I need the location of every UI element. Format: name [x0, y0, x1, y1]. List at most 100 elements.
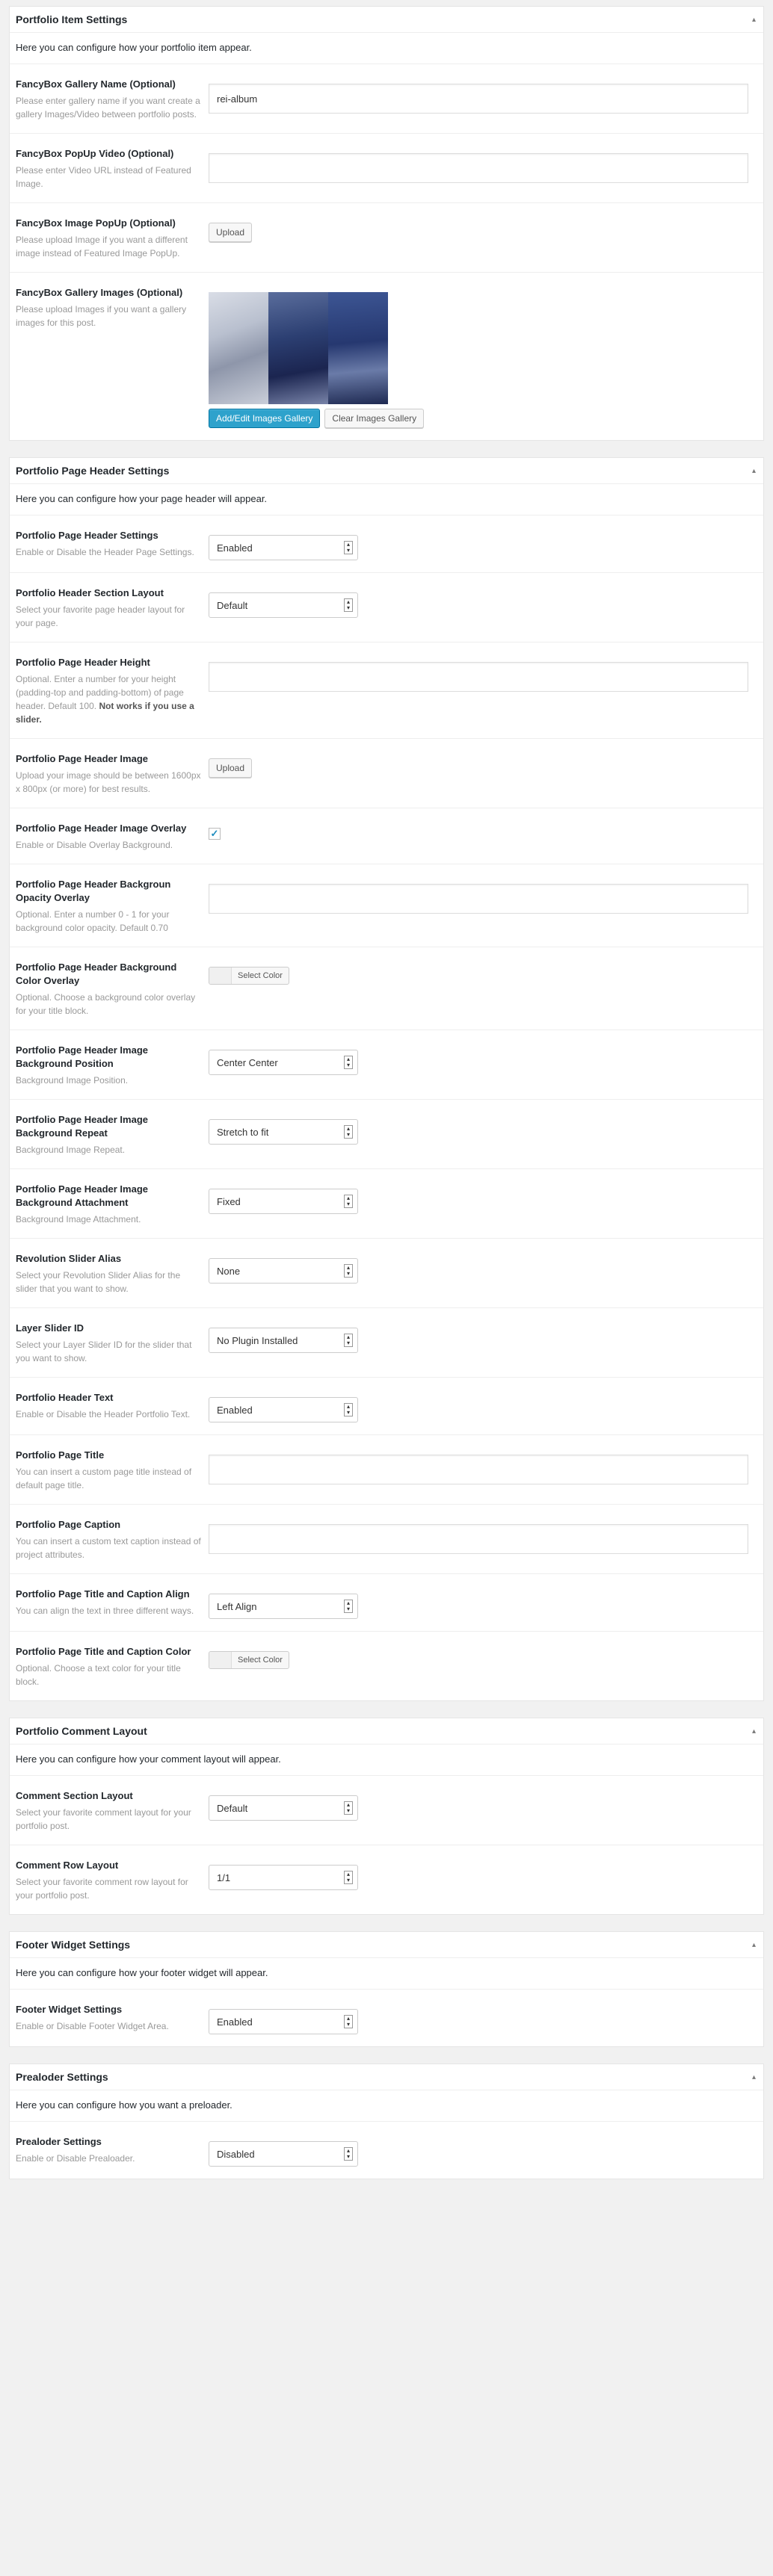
setting-row: Portfolio Page Title and Caption Color Op… — [10, 1632, 763, 1700]
setting-description: Optional. Enter a number for your height… — [16, 672, 201, 726]
setting-label-col: Portfolio Page Header Image Background R… — [16, 1113, 209, 1157]
select-dropdown[interactable]: Default ▴ ▾ — [209, 592, 358, 618]
select-dropdown[interactable]: No Plugin Installed ▴ ▾ — [209, 1328, 358, 1353]
setting-row: Portfolio Page Header Settings Enable or … — [10, 515, 763, 573]
setting-label: Portfolio Page Title and Caption Align — [16, 1588, 190, 1600]
clear-gallery-button[interactable]: Clear Images Gallery — [324, 409, 425, 428]
text-input[interactable] — [209, 884, 748, 914]
setting-description-text: Select your Revolution Slider Alias for … — [16, 1270, 181, 1294]
select-color-label: Select Color — [238, 971, 283, 980]
select-arrows-icon: ▴ ▾ — [344, 1195, 353, 1208]
select-dropdown[interactable]: Center Center ▴ ▾ — [209, 1050, 358, 1075]
box-header[interactable]: Footer Widget Settings ▴ — [10, 1932, 763, 1958]
setting-description-text: Please upload Images if you want a galle… — [16, 304, 187, 328]
add-edit-gallery-button[interactable]: Add/Edit Images Gallery — [209, 409, 321, 428]
setting-field — [209, 1449, 757, 1492]
setting-description-text: You can insert a custom page title inste… — [16, 1467, 192, 1490]
select-dropdown[interactable]: None ▴ ▾ — [209, 1258, 358, 1284]
setting-label-col: Prealoder Settings Enable or Disable Prea… — [16, 2135, 209, 2167]
select-dropdown[interactable]: Default ▴ ▾ — [209, 1795, 358, 1821]
box-header[interactable]: Portfolio Page Header Settings ▴ — [10, 458, 763, 484]
settings-box: Portfolio Item Settings ▴ Here you can con… — [9, 6, 764, 441]
caret-up-icon[interactable]: ▴ — [752, 16, 756, 24]
text-input[interactable] — [209, 84, 748, 114]
setting-field: Default ▴ ▾ — [209, 586, 757, 630]
upload-button[interactable]: Upload — [209, 223, 253, 242]
setting-description-text: You can align the text in three differen… — [16, 1606, 194, 1616]
text-input[interactable] — [209, 1524, 748, 1554]
gallery-preview — [209, 292, 388, 404]
select-dropdown[interactable]: Enabled ▴ ▾ — [209, 1397, 358, 1422]
gallery-actions: Add/Edit Images Gallery Clear Images Gall… — [209, 409, 757, 428]
select-color-button[interactable]: Select Color — [209, 1651, 289, 1669]
select-value: Enabled — [217, 2016, 253, 2028]
setting-row: Portfolio Page Header Image Overlay Enabl… — [10, 808, 763, 864]
box-title: Portfolio Item Settings — [16, 13, 128, 25]
setting-label: Portfolio Page Header Image Overlay — [16, 823, 187, 834]
setting-row: FancyBox Gallery Images (Optional) Please… — [10, 273, 763, 440]
caret-up-icon[interactable]: ▴ — [752, 1727, 756, 1736]
setting-description-text: Select your Layer Slider ID for the slid… — [16, 1340, 192, 1363]
setting-description: Enable or Disable Overlay Background. — [16, 838, 201, 852]
setting-row: Portfolio Page Header Image Background R… — [10, 1100, 763, 1169]
upload-button[interactable]: Upload — [209, 758, 253, 778]
select-dropdown[interactable]: Left Align ▴ ▾ — [209, 1594, 358, 1619]
setting-description-text: Optional. Choose a background color over… — [16, 992, 196, 1016]
box-intro: Here you can configure how your page hea… — [10, 484, 763, 515]
box-header[interactable]: Portfolio Comment Layout ▴ — [10, 1718, 763, 1744]
select-arrows-icon: ▴ ▾ — [344, 598, 353, 612]
box-title: Footer Widget Settings — [16, 1939, 131, 1951]
gallery-thumbnail[interactable] — [328, 292, 388, 404]
setting-label: Portfolio Page Caption — [16, 1519, 121, 1530]
caret-up-icon[interactable]: ▴ — [752, 467, 756, 475]
gallery-thumbnail[interactable] — [209, 292, 268, 404]
setting-label-col: Comment Section Layout Select your favori… — [16, 1789, 209, 1833]
checkbox-checked[interactable]: ✓ — [209, 828, 221, 840]
setting-description: Optional. Choose a background color over… — [16, 991, 201, 1018]
box-header[interactable]: Portfolio Item Settings ▴ — [10, 7, 763, 33]
caret-up-icon[interactable]: ▴ — [752, 1941, 756, 1949]
settings-box: Portfolio Page Header Settings ▴ Here you … — [9, 457, 764, 1701]
select-arrows-icon: ▴ ▾ — [344, 2147, 353, 2161]
setting-row: Footer Widget Settings Enable or Disable … — [10, 1990, 763, 2046]
setting-description: You can align the text in three differen… — [16, 1604, 201, 1617]
select-arrows-icon: ▴ ▾ — [344, 1334, 353, 1347]
select-dropdown[interactable]: Stretch to fit ▴ ▾ — [209, 1119, 358, 1145]
select-dropdown[interactable]: 1/1 ▴ ▾ — [209, 1865, 358, 1890]
setting-row: Portfolio Page Header Image Upload your i… — [10, 739, 763, 808]
text-input[interactable] — [209, 662, 748, 692]
setting-row: Comment Section Layout Select your favori… — [10, 1776, 763, 1845]
select-dropdown[interactable]: Disabled ▴ ▾ — [209, 2141, 358, 2167]
setting-label-col: Comment Row Layout Select your favorite c… — [16, 1859, 209, 1902]
select-arrows-icon: ▴ ▾ — [344, 2015, 353, 2028]
setting-label: Portfolio Header Text — [16, 1392, 114, 1403]
setting-description-text: Enable or Disable Footer Widget Area. — [16, 2021, 169, 2031]
settings-box: Prealoder Settings ▴ Here you can configur… — [9, 2063, 764, 2179]
box-header[interactable]: Prealoder Settings ▴ — [10, 2064, 763, 2090]
select-value: Enabled — [217, 542, 253, 554]
select-value: Disabled — [217, 2148, 255, 2160]
setting-label: Portfolio Page Header Settings — [16, 530, 158, 541]
setting-label: Portfolio Page Title and Caption Color — [16, 1646, 191, 1657]
setting-label: FancyBox Gallery Name (Optional) — [16, 78, 176, 90]
setting-row: FancyBox Image PopUp (Optional) Please up… — [10, 203, 763, 273]
select-value: Enabled — [217, 1404, 253, 1416]
select-dropdown[interactable]: Enabled ▴ ▾ — [209, 535, 358, 560]
setting-description-text: Please enter gallery name if you want cr… — [16, 96, 200, 120]
setting-label: Portfolio Page Header Height — [16, 657, 150, 668]
setting-field: None ▴ ▾ — [209, 1252, 757, 1295]
select-dropdown[interactable]: Fixed ▴ ▾ — [209, 1189, 358, 1214]
text-input[interactable] — [209, 1455, 748, 1484]
select-value: Stretch to fit — [217, 1126, 269, 1138]
caret-up-icon[interactable]: ▴ — [752, 2073, 756, 2081]
setting-row: Portfolio Page Title You can insert a cus… — [10, 1435, 763, 1505]
gallery-thumbnail[interactable] — [268, 292, 328, 404]
text-input[interactable] — [209, 153, 748, 183]
select-color-button[interactable]: Select Color — [209, 967, 289, 985]
setting-label: Prealoder Settings — [16, 2136, 102, 2147]
setting-label-col: Portfolio Page Header Backgroun Opacity … — [16, 878, 209, 935]
select-value: 1/1 — [217, 1871, 231, 1883]
setting-label-col: Portfolio Page Header Settings Enable or … — [16, 529, 209, 560]
setting-description: Background Image Position. — [16, 1074, 201, 1087]
select-dropdown[interactable]: Enabled ▴ ▾ — [209, 2009, 358, 2034]
